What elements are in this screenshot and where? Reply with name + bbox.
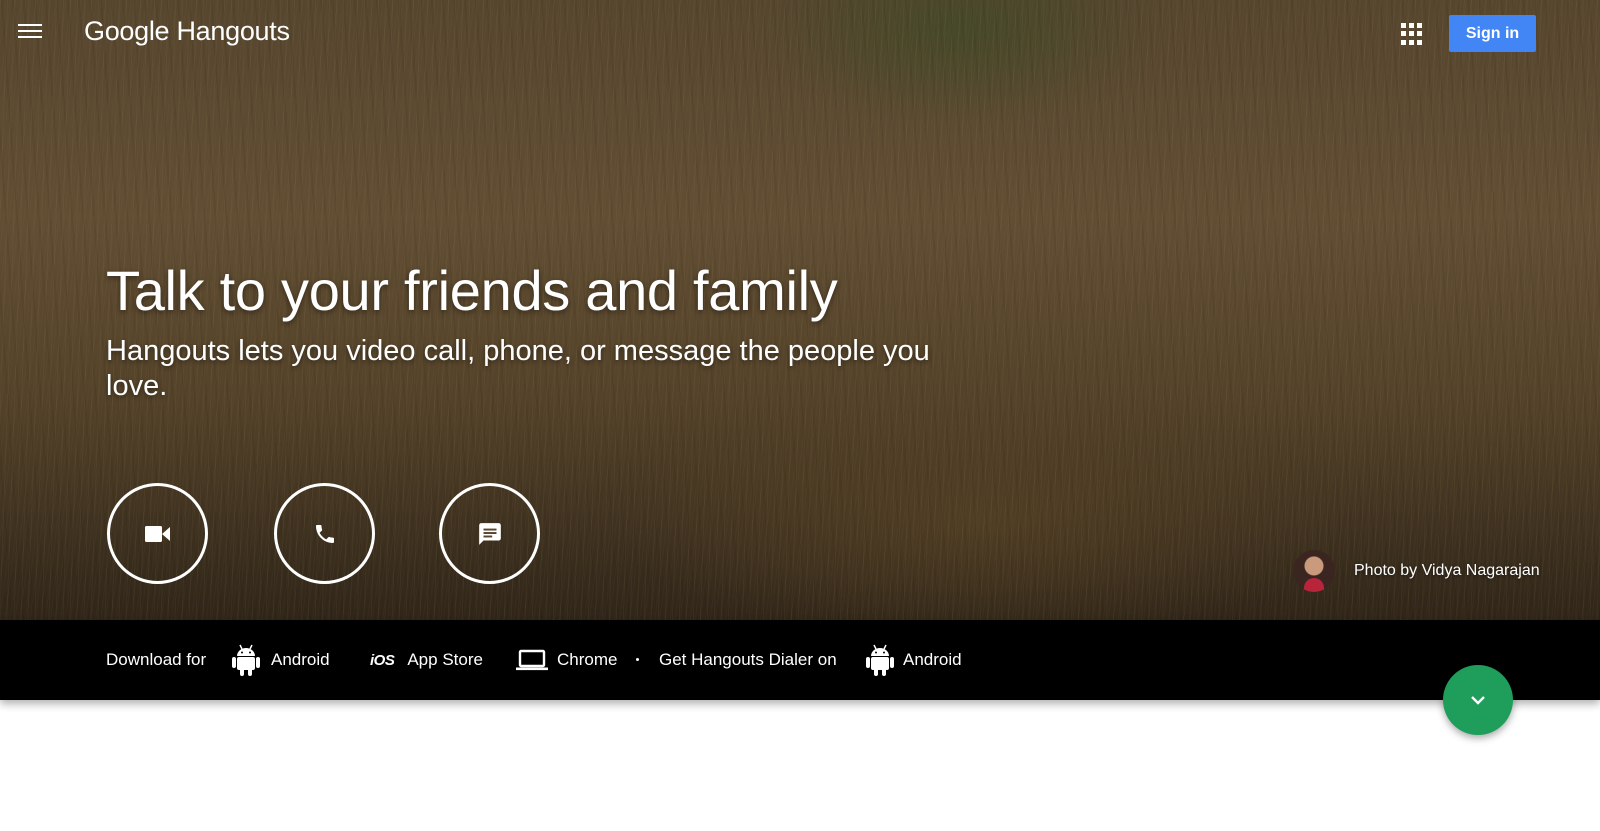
phone-call-button[interactable] [274,483,375,584]
menu-icon[interactable] [18,20,44,44]
logo-product: Hangouts [176,16,290,46]
phone-icon [315,524,334,543]
download-appstore-link[interactable]: iOS App Store [370,620,483,700]
download-chrome-link[interactable]: Chrome [516,620,617,700]
apps-grid-icon[interactable] [1401,23,1423,45]
logo-google: Google [84,16,170,46]
separator-dot [636,658,639,661]
android-icon [866,644,894,676]
hero-section: Google Hangouts Sign in Talk to your fri… [0,0,1600,620]
dialer-label: Get Hangouts Dialer on [659,650,837,669]
video-call-button[interactable] [107,483,208,584]
download-bar: Download for Android iOS App Store Chrom… [0,620,1600,700]
message-icon [478,522,501,545]
photo-credit: Photo by Vidya Nagarajan [1354,562,1540,579]
message-button[interactable] [439,483,540,584]
android-label: Android [271,650,330,669]
page-subtitle: Hangouts lets you video call, phone, or … [106,335,930,402]
chevron-down-icon [1471,696,1485,705]
dialer-android-link[interactable]: Android [866,620,962,700]
ios-icon: iOS [370,651,395,669]
android-icon [232,644,260,676]
laptop-icon [516,649,548,671]
page-title: Talk to your friends and family [106,259,838,322]
download-android-link[interactable]: Android [232,620,330,700]
dialer-android-label: Android [903,650,962,669]
logo[interactable]: Google Hangouts [84,16,290,47]
sign-in-button[interactable]: Sign in [1449,15,1536,52]
appstore-label: App Store [407,650,483,669]
video-camera-icon [144,525,170,542]
chrome-label: Chrome [557,650,618,669]
download-label: Download for [106,650,207,669]
photographer-avatar [1293,550,1335,592]
scroll-down-button[interactable] [1443,665,1513,735]
